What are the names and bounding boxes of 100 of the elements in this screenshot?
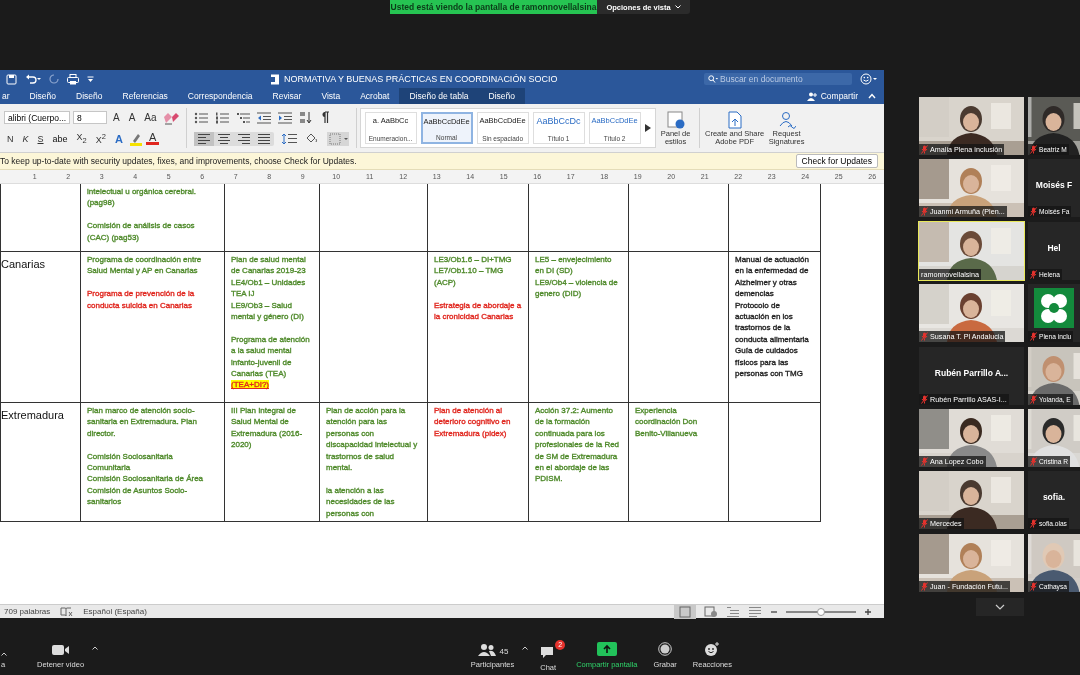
format-button[interactable]: S (34, 133, 47, 144)
share-button[interactable]: Compartir (800, 88, 864, 104)
people-icon (476, 644, 497, 656)
next-page-button[interactable] (975, 597, 1024, 616)
ribbon-tab[interactable]: Acrobat (350, 88, 400, 104)
caret-icon[interactable] (522, 646, 529, 650)
save-icon[interactable] (6, 73, 17, 85)
font-tool-button[interactable]: A (125, 112, 139, 123)
format-button[interactable]: N (4, 133, 17, 144)
font-size-field[interactable]: 8 (73, 111, 107, 124)
draft-view-icon[interactable] (748, 605, 762, 618)
region-name: Canarias (1, 258, 46, 270)
language-label[interactable]: Español (España) (83, 607, 147, 616)
region-name: Extremadura (1, 409, 64, 421)
ribbon-tab[interactable]: Diseño (19, 88, 67, 104)
caret-icon (674, 5, 681, 9)
cell-text: Comisión Sociosanitaria de Área (87, 473, 205, 485)
zoom-in-icon[interactable] (864, 607, 872, 616)
screen-share-banner: Usted está viendo la pantalla de ramonnovellalsina (390, 0, 597, 14)
word-count[interactable]: 709 palabras (4, 607, 51, 616)
bullets-icon[interactable] (193, 111, 208, 124)
outline-view-icon[interactable] (726, 605, 740, 618)
align-button[interactable] (193, 131, 214, 146)
zoom-slider[interactable] (786, 610, 856, 613)
caret-icon[interactable] (92, 646, 99, 650)
add-person-icon (806, 91, 818, 101)
align-justify-icon (257, 133, 270, 144)
cell-text: III Plan Integral de Salud Mental de Extremadura (2016-2020) (231, 405, 304, 451)
ribbon-tab[interactable]: ar (0, 88, 20, 104)
ribbon-tab[interactable]: Diseño de tabla (399, 88, 479, 104)
text-effects-button[interactable]: A (111, 132, 126, 145)
format-button[interactable]: K (19, 133, 32, 144)
cell-text: LE9/Ob3 – Salud mental y género (DI) (231, 299, 305, 323)
ribbon-tab[interactable]: Referencias (112, 88, 178, 104)
reaction-icon (704, 642, 721, 656)
participant-display-name: Rubén Parrillo A... (934, 367, 1009, 378)
logo-icon (1034, 288, 1074, 329)
web-layout-icon[interactable] (704, 605, 718, 618)
proofing-icon[interactable] (60, 606, 74, 617)
gallery-more-icon[interactable] (644, 124, 651, 132)
chevron-down-icon (994, 603, 1005, 610)
multilevel-list-icon[interactable] (235, 111, 250, 124)
participant-display-name: sofia. (1042, 492, 1066, 503)
align-right-icon (237, 133, 250, 144)
clear-format-icon[interactable] (162, 110, 179, 125)
pilcrow-icon[interactable] (319, 111, 330, 124)
cell-text: LE5 – envejecimiento en DI (SD) (535, 254, 613, 277)
ribbon-tab[interactable]: Revisar (262, 88, 312, 104)
ribbon-tab[interactable]: Correspondencia (177, 88, 263, 104)
search-icon (708, 75, 718, 83)
decrease-indent-icon[interactable] (256, 111, 271, 124)
cell-text: Comisión de análisis de casos (CAC) (pag53) (87, 220, 196, 243)
cell-text: Manual de actuación en la enfermedad de Alzheimer y otras demencias (735, 254, 810, 300)
font-name-field[interactable]: alibri (Cuerpo... (4, 111, 70, 124)
cell-text: la atención a las necesidades de las personas con (326, 484, 396, 520)
undo-icon[interactable] (25, 74, 41, 84)
numbering-icon[interactable] (214, 111, 229, 124)
cell-text: LE4/Ob1 – Unidades TEA IJ (231, 276, 307, 300)
format-button[interactable]: X$^{2}$ (92, 132, 109, 145)
increase-indent-icon[interactable] (277, 111, 292, 124)
sort-icon[interactable] (298, 111, 313, 124)
search-field[interactable]: Buscar en documento (704, 73, 852, 85)
font-tool-button[interactable]: Aa (141, 112, 160, 123)
highlighter-icon[interactable] (128, 131, 143, 146)
participant-count: 45 (499, 647, 509, 656)
share-screen-icon (596, 642, 617, 656)
font-tool-button[interactable]: A (110, 112, 123, 123)
participant-display-name: Moisés F (1035, 180, 1073, 191)
align-center-icon (217, 133, 230, 144)
cell-text: Acción 37.2: Aumento de la formación continuada para los profesionales de la Red de SM de Extremadura en el abordaje de las PDISM. (535, 405, 621, 485)
ribbon-tab[interactable]: Diseño (66, 88, 113, 104)
cell-text: Plan de atención al deterioro cognitivo en Extremadura (pidex) (434, 405, 512, 440)
cell-text: LE3/Ob1.6 – DI+TMG (434, 254, 513, 266)
format-button[interactable]: X$_{2}$ (73, 132, 90, 145)
signature-icon (777, 110, 796, 129)
cell-text: Programa de coordinación entre Salud Mental y AP en Canarias (87, 254, 203, 277)
ribbon-tab[interactable]: Vista (311, 88, 351, 104)
collapse-ribbon-icon[interactable] (868, 93, 876, 99)
align-left-icon (197, 133, 210, 144)
zoom-slider-thumb[interactable] (817, 607, 825, 616)
cell-text: Plan de acción para la atención para las personas con discapacidad intelectual y trastornos de salud mental. (326, 405, 419, 474)
smiley-icon[interactable] (860, 73, 878, 85)
pdf-export-icon (726, 110, 743, 129)
redo-icon[interactable] (49, 74, 59, 84)
cell-text: Plan de salud mental de Canarias 2019-23 (231, 254, 307, 277)
update-message: To keep up-to-date with security updates, fixes, and improvements, choose Check for Updates. (0, 156, 357, 166)
line-spacing-icon[interactable] (280, 132, 297, 145)
check-updates-button[interactable]: Check for Updates (795, 154, 878, 168)
cell-text: Estrategia de abordaje a la cronicidad Canarias (434, 299, 522, 323)
cell-text: intelectual u orgánica cerebral. (pag98) (87, 186, 197, 209)
cell-text: Comisión de Asuntos Socio-sanitarios (87, 484, 189, 508)
cell-text: Comisión Sociosanitaria Comunitaria (87, 450, 174, 474)
font-color-button[interactable]: A (145, 132, 160, 145)
print-icon[interactable] (67, 73, 79, 85)
customize-caret-icon[interactable] (87, 75, 94, 83)
format-button[interactable]: abe (49, 133, 71, 144)
cell-text: Protocolo de actuación en los trastornos de la conducta alimentaria (735, 299, 810, 346)
ribbon-tab[interactable]: Diseño (478, 88, 525, 104)
caret-icon (1, 652, 7, 656)
participant-display-name: Hel (1047, 242, 1061, 253)
